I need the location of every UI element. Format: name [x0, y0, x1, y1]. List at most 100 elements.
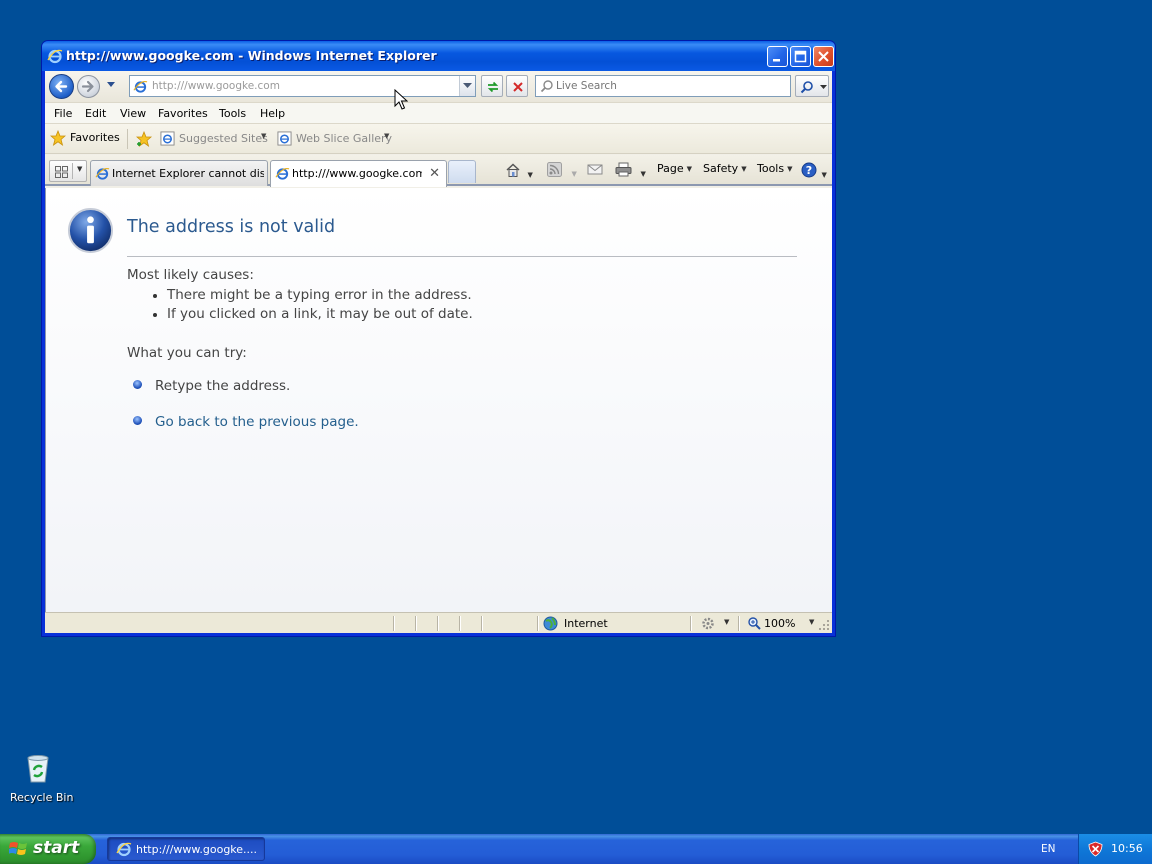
read-mail-button[interactable] — [587, 162, 603, 180]
status-separator — [738, 616, 740, 631]
page-menu-label: Page — [657, 162, 684, 175]
window-body: File Edit View Favorites Tools Help Favo… — [45, 71, 832, 633]
ie-logo-icon — [47, 49, 63, 64]
minimize-button[interactable] — [767, 46, 788, 67]
forward-arrow-icon — [81, 80, 94, 93]
status-separator — [459, 616, 461, 631]
cause-bullet — [153, 294, 157, 298]
menu-view[interactable]: View — [120, 107, 146, 120]
start-button[interactable]: start — [0, 834, 96, 864]
maximize-button[interactable] — [790, 46, 811, 67]
recycle-bin-label: Recycle Bin — [10, 791, 74, 804]
web-slice-gallery-label: Web Slice Gallery — [296, 132, 393, 145]
page-ie-icon — [133, 80, 148, 93]
resize-grip-icon[interactable] — [818, 619, 830, 631]
tab-ie-cannot-display[interactable]: Internet Explorer cannot dis... — [90, 160, 268, 186]
suggested-sites-label: Suggested Sites — [179, 132, 268, 145]
recycle-bin-shortcut[interactable]: Recycle Bin — [10, 752, 74, 804]
home-chevron-icon: ▼ — [527, 171, 533, 179]
menu-favorites[interactable]: Favorites — [158, 107, 208, 120]
security-shield-icon[interactable] — [1088, 841, 1103, 857]
address-dropdown-button[interactable] — [459, 76, 475, 96]
close-icon — [818, 51, 829, 62]
quick-tabs-grid-icon — [55, 166, 68, 178]
mail-envelope-icon — [587, 164, 603, 175]
back-button[interactable] — [49, 74, 74, 99]
live-search-field[interactable] — [535, 75, 791, 97]
menu-file[interactable]: File — [54, 107, 72, 120]
stop-x-icon — [513, 82, 523, 92]
favorites-label: Favorites — [70, 131, 120, 144]
chevron-down-icon — [463, 83, 472, 88]
status-separator — [537, 616, 539, 631]
zoom-chevron-icon: ▼ — [809, 618, 815, 626]
suggested-sites-link[interactable]: Suggested Sites ▼ — [160, 131, 270, 149]
help-chevron-icon: ▼ — [821, 171, 827, 179]
suggested-sites-ie-icon — [160, 131, 175, 146]
printer-icon — [615, 162, 632, 177]
home-icon — [506, 163, 520, 177]
refresh-button[interactable] — [481, 75, 503, 97]
taskbar: start http:///www.googke.... EN 10:56 — [0, 834, 1152, 864]
menu-edit[interactable]: Edit — [85, 107, 106, 120]
menu-tools[interactable]: Tools — [219, 107, 246, 120]
title-bar[interactable]: http://www.googke.com - Windows Internet… — [42, 41, 835, 71]
menu-help[interactable]: Help — [260, 107, 285, 120]
address-field[interactable] — [129, 75, 476, 97]
go-back-link[interactable]: Go back to the previous page. — [155, 414, 359, 430]
print-button[interactable]: ▼ — [615, 162, 646, 180]
retype-address-text: Retype the address. — [155, 378, 291, 394]
taskbar-ie-icon — [116, 842, 132, 857]
status-bar: Internet ▼ 100% ▼ — [45, 612, 832, 633]
tab-active-page[interactable]: http:///www.googke.com ✕ — [270, 160, 447, 187]
quick-tabs-button[interactable]: ▼ — [49, 160, 87, 182]
tools-menu-button[interactable]: Tools ▼ — [757, 162, 793, 180]
protected-mode-button[interactable]: ▼ — [700, 616, 732, 632]
safety-chevron-icon: ▼ — [741, 165, 747, 173]
tab-ie-icon — [95, 167, 110, 180]
status-separator — [437, 616, 439, 631]
search-button[interactable] — [795, 75, 829, 97]
error-title: The address is not valid — [127, 217, 336, 237]
print-chevron-icon: ▼ — [640, 170, 646, 178]
maximize-icon — [794, 50, 807, 63]
zoom-button[interactable]: 100% ▼ — [747, 616, 817, 632]
safety-menu-button[interactable]: Safety ▼ — [703, 162, 747, 180]
close-button[interactable] — [813, 46, 834, 67]
clock[interactable]: 10:56 — [1111, 842, 1143, 855]
web-slice-gallery-link[interactable]: Web Slice Gallery ▼ — [277, 131, 392, 149]
quick-tabs-divider — [72, 163, 73, 179]
menu-bar: File Edit View Favorites Tools Help — [45, 102, 832, 124]
feeds-button[interactable]: ▼ — [547, 162, 577, 180]
retype-bullet-icon — [133, 380, 142, 389]
safety-menu-label: Safety — [703, 162, 739, 175]
help-button[interactable]: ? ▼ — [801, 162, 827, 180]
recent-pages-dropdown-icon[interactable] — [106, 81, 116, 89]
tab-close-icon[interactable]: ✕ — [429, 166, 440, 181]
new-tab-button[interactable] — [448, 160, 476, 183]
internet-zone-globe-icon — [543, 616, 558, 631]
favorites-separator — [127, 129, 128, 149]
status-separator — [481, 616, 483, 631]
tab-ie-icon — [275, 167, 290, 180]
language-indicator[interactable]: EN — [1041, 843, 1056, 855]
taskbar-ie-window-button[interactable]: http:///www.googke.... — [107, 837, 265, 861]
title-divider — [127, 256, 797, 257]
page-menu-button[interactable]: Page ▼ — [657, 162, 692, 180]
tab-list-chevron-icon[interactable]: ▼ — [77, 165, 82, 173]
search-icon — [540, 80, 553, 93]
page-chevron-icon: ▼ — [686, 165, 693, 173]
search-input[interactable] — [556, 78, 781, 94]
causes-heading: Most likely causes: — [127, 267, 254, 283]
rss-feed-icon — [547, 162, 562, 177]
home-button[interactable]: ▼ — [505, 162, 533, 180]
forward-button[interactable] — [77, 75, 100, 98]
add-to-favorites-bar-icon[interactable] — [136, 131, 153, 148]
status-separator — [415, 616, 417, 631]
tab-row: ▼ Internet Explorer cannot dis... http:/… — [45, 155, 832, 187]
taskbar-item-label: http:///www.googke.... — [136, 843, 258, 856]
stop-button[interactable] — [506, 75, 528, 97]
zoom-magnifier-icon — [748, 617, 761, 630]
favorites-star-icon — [50, 130, 66, 146]
cause-out-of-date-link: If you clicked on a link, it may be out … — [167, 306, 473, 322]
